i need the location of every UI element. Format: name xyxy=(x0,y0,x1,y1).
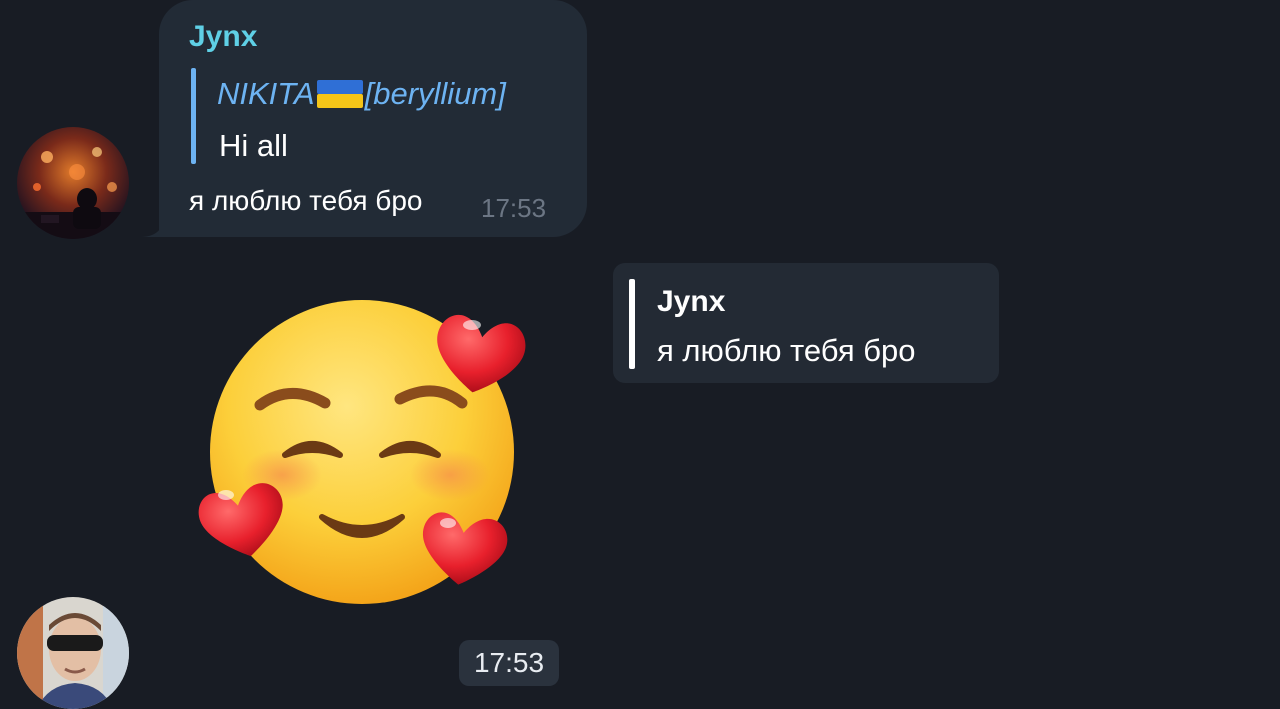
message-timestamp: 17:53 xyxy=(481,193,547,223)
quoted-message-text: я люблю тебя бро xyxy=(657,333,916,368)
reply-preview-text[interactable]: Hi all xyxy=(219,128,288,164)
incoming-message-bubble[interactable]: Jynx NIKITA [beryllium] Hi all я люблю т… xyxy=(159,0,587,237)
quote-accent-bar xyxy=(629,279,635,369)
sender-name[interactable]: Jynx xyxy=(189,20,257,54)
own-avatar[interactable] xyxy=(17,597,129,709)
reply-author-prefix: NIKITA xyxy=(217,76,315,111)
ukraine-flag-icon xyxy=(316,78,363,110)
quoted-author-name: Jynx xyxy=(657,285,726,318)
reply-accent-bar xyxy=(191,68,196,164)
message-text: я люблю тебя бро xyxy=(189,185,423,216)
quoted-reply-card[interactable]: Jynx я люблю тебя бро xyxy=(613,263,999,383)
sender-avatar-jynx[interactable] xyxy=(17,127,129,239)
sticker-timestamp: 17:53 xyxy=(459,640,559,686)
reply-author-suffix: [beryllium] xyxy=(364,76,506,111)
reply-author-name[interactable]: NIKITA [beryllium] xyxy=(217,76,506,112)
avatar-image xyxy=(17,127,129,239)
avatar-image xyxy=(17,597,129,709)
smiling-face-with-hearts-sticker[interactable] xyxy=(190,295,540,615)
